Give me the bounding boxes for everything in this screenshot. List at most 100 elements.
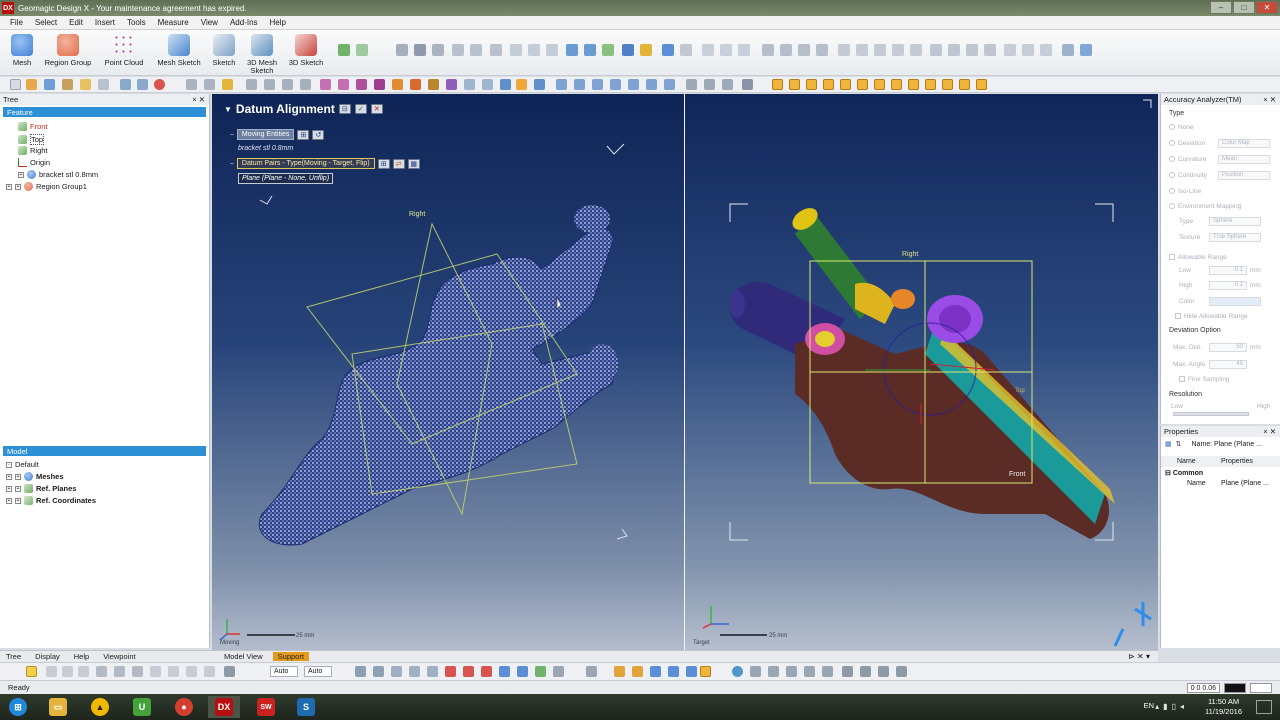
auto-select-dropdown-2[interactable]: Auto <box>304 666 332 677</box>
properties-group-common[interactable]: ⊟ Common <box>1165 469 1203 477</box>
select-icon[interactable] <box>168 666 179 677</box>
design-x-taskbar-button[interactable]: DX <box>208 696 240 718</box>
datum-pairs-label[interactable]: Datum Pairs - Type(Moving - Target, Flip… <box>236 158 375 169</box>
ribbon-tool-icon[interactable] <box>414 44 426 56</box>
import-icon[interactable] <box>62 79 73 90</box>
maximize-button[interactable]: □ <box>1233 1 1255 14</box>
snap-icon[interactable] <box>840 79 851 90</box>
region-group-tool-button[interactable]: Region Group <box>42 34 94 67</box>
close-window-button[interactable]: ✕ <box>1256 1 1278 14</box>
notifications-icon[interactable] <box>1256 700 1272 714</box>
display-icon[interactable] <box>878 666 889 677</box>
model-item-default[interactable]: - Default <box>6 460 39 469</box>
view-icon[interactable] <box>646 79 657 90</box>
ribbon-tool-icon[interactable] <box>856 44 868 56</box>
moving-entities-option-icon[interactable]: ⊞ <box>297 129 310 140</box>
tree-item-front[interactable]: Front <box>18 122 48 131</box>
tab-viewpoint[interactable]: Viewpoint <box>103 652 135 661</box>
display-icon[interactable] <box>732 666 743 677</box>
menu-measure[interactable]: Measure <box>158 18 189 27</box>
display-icon[interactable] <box>586 666 597 677</box>
snap-icon[interactable] <box>959 79 970 90</box>
properties-row-name[interactable]: Name Plane (Plane ... <box>1161 480 1280 487</box>
ribbon-tool-icon[interactable] <box>816 44 828 56</box>
toolbar-icon[interactable] <box>222 79 233 90</box>
feature-section-header[interactable]: Feature <box>3 107 206 117</box>
display-icon[interactable] <box>355 666 366 677</box>
env-type-select[interactable]: Type Sphere <box>1161 215 1280 227</box>
ribbon-tool-icon[interactable] <box>930 44 942 56</box>
display-icon[interactable] <box>427 666 438 677</box>
ribbon-tool-icon[interactable] <box>338 44 350 56</box>
ok-dialog-button[interactable]: ✓ <box>354 104 367 114</box>
display-icon[interactable] <box>391 666 402 677</box>
close-dialog-button[interactable]: ✕ <box>370 104 383 114</box>
model-section-header[interactable]: Model <box>3 446 206 456</box>
tree-item-region-group[interactable]: + + Region Group1 <box>6 182 87 191</box>
allowable-range-checkbox[interactable]: Allowable Range <box>1161 251 1280 263</box>
view-tab-controls[interactable]: ⊳ ✕ ▾ <box>1128 652 1150 661</box>
ribbon-tool-icon[interactable] <box>762 44 774 56</box>
auto-select-dropdown-1[interactable]: Auto <box>270 666 298 677</box>
view-icon[interactable] <box>464 79 475 90</box>
ribbon-tool-icon[interactable] <box>356 44 368 56</box>
display-icon[interactable] <box>786 666 797 677</box>
tree-item-origin[interactable]: Origin <box>18 158 50 167</box>
select-icon[interactable] <box>224 666 235 677</box>
display-icon[interactable] <box>614 666 625 677</box>
ribbon-tool-icon[interactable] <box>1040 44 1052 56</box>
ribbon-tool-icon[interactable] <box>470 44 482 56</box>
sort-alphabetical-icon[interactable]: ⇅ <box>1176 440 1182 448</box>
expand-icon[interactable]: + <box>6 485 12 492</box>
ribbon-tool-icon[interactable] <box>528 44 540 56</box>
select-icon[interactable] <box>150 666 161 677</box>
ribbon-tool-icon[interactable] <box>490 44 502 56</box>
expand-icon[interactable]: + <box>15 497 21 504</box>
display-icon[interactable] <box>499 666 510 677</box>
ribbon-tool-icon[interactable] <box>1062 44 1074 56</box>
datum-pairs-grid-icon[interactable]: ▦ <box>407 158 420 169</box>
option-curvature[interactable]: Curvature Mean <box>1161 153 1280 165</box>
moving-entities-label[interactable]: Moving Entities <box>236 129 295 140</box>
display-icon[interactable] <box>668 666 679 677</box>
expand-icon[interactable]: + <box>6 497 12 504</box>
display-icon[interactable] <box>842 666 853 677</box>
snap-icon[interactable] <box>806 79 817 90</box>
display-icon[interactable] <box>768 666 779 677</box>
display-icon[interactable] <box>650 666 661 677</box>
language-indicator[interactable]: EN <box>1144 701 1154 710</box>
texture-select[interactable]: Texture True Sphere <box>1161 231 1280 243</box>
color-picker[interactable]: Color <box>1161 295 1280 307</box>
view-icon[interactable] <box>534 79 545 90</box>
resolution-slider[interactable]: Low High <box>1161 400 1280 412</box>
open-file-icon[interactable] <box>26 79 37 90</box>
navigation-cross-icon[interactable] <box>1134 602 1152 626</box>
view-icon[interactable] <box>556 79 567 90</box>
menu-add-ins[interactable]: Add-Ins <box>230 18 258 27</box>
display-icon[interactable] <box>750 666 761 677</box>
ribbon-tool-icon[interactable] <box>738 44 750 56</box>
collapse-arrow-icon[interactable]: ▼ <box>224 105 232 114</box>
display-icon[interactable] <box>860 666 871 677</box>
solidworks-button[interactable]: SW <box>250 696 282 718</box>
snap-icon[interactable] <box>908 79 919 90</box>
save-icon[interactable] <box>44 79 55 90</box>
select-icon[interactable] <box>186 666 197 677</box>
display-icon[interactable] <box>409 666 420 677</box>
tab-model-view[interactable]: Model View <box>224 652 263 661</box>
expand-icon[interactable]: + <box>15 485 21 492</box>
file-explorer-button[interactable]: ▭ <box>42 696 74 718</box>
view-icon[interactable] <box>664 79 675 90</box>
display-icon[interactable] <box>822 666 833 677</box>
windows-start-button[interactable]: ⊞ <box>2 696 34 718</box>
select-icon[interactable] <box>62 666 73 677</box>
display-icon[interactable] <box>804 666 815 677</box>
ribbon-tool-icon[interactable] <box>966 44 978 56</box>
display-icon[interactable] <box>445 666 456 677</box>
view-icon[interactable] <box>574 79 585 90</box>
menu-insert[interactable]: Insert <box>95 18 115 27</box>
display-icon[interactable] <box>373 666 384 677</box>
tray-icons[interactable]: ▴▮▯◂ <box>1155 702 1188 711</box>
datum-pair-value[interactable]: Plane (Plane - None, Unflip) <box>238 173 334 184</box>
model-item-ref-planes[interactable]: + + Ref. Planes <box>6 484 76 493</box>
